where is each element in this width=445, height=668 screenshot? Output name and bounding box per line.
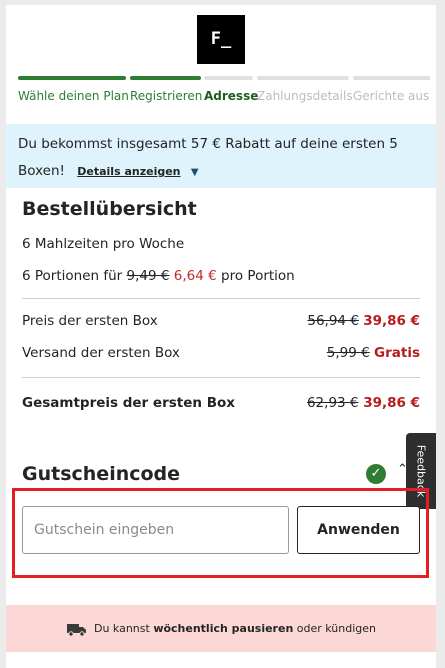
step-meals: Gerichte aus (353, 76, 430, 106)
truck-icon (66, 623, 86, 637)
portion-old-price: 9,49 € (126, 268, 170, 284)
total-label: Gesamtpreis der ersten Box (22, 395, 235, 411)
note-suffix: oder kündigen (296, 622, 377, 635)
first-box-price-row: Preis der ersten Box 56,94 € 39,86 € (22, 313, 420, 329)
step-label: Zahlungsdetails (257, 89, 353, 103)
order-summary-title: Bestellübersicht (22, 198, 197, 220)
total-row: Gesamtpreis der ersten Box 62,93 € 39,86… (22, 395, 420, 411)
shipping-label: Versand der ersten Box (22, 345, 180, 361)
step-register[interactable]: Registrieren (130, 76, 203, 106)
step-bar (130, 76, 201, 80)
apply-voucher-button[interactable]: Anwenden (297, 506, 420, 554)
first-box-label: Preis der ersten Box (22, 313, 158, 329)
step-bar (18, 76, 126, 80)
first-box-new-price: 39,86 € (363, 313, 420, 329)
portion-price: 6 Portionen für 9,49 € 6,64 € pro Portio… (22, 268, 295, 284)
voucher-title: Gutscheincode (22, 463, 181, 485)
shipping-new-price: Gratis (374, 345, 420, 361)
portion-suffix: pro Portion (221, 268, 295, 284)
portion-prefix: 6 Portionen für (22, 268, 123, 284)
divider (22, 298, 420, 299)
note-prefix: Du kannst (93, 622, 150, 635)
note-bold: wöchentlich pausieren (153, 622, 294, 635)
step-bar (204, 76, 253, 80)
step-label: Registrieren (130, 89, 203, 103)
total-new-price: 39,86 € (363, 395, 420, 411)
portion-new-price: 6,64 € (173, 268, 217, 284)
step-bar (257, 76, 349, 80)
step-label: Adresse (204, 89, 259, 103)
chevron-down-icon[interactable]: ▼ (191, 159, 199, 186)
step-plan[interactable]: Wähle deinen Plan (18, 76, 129, 106)
shipping-old-price: 5,99 € (326, 345, 370, 361)
step-label: Gerichte aus (353, 89, 430, 103)
step-bar (353, 76, 430, 80)
first-box-old-price: 56,94 € (307, 313, 359, 329)
discount-text: Du bekommst insgesamt 57 € Rabatt auf de… (18, 136, 398, 179)
pause-cancel-note: Du kannst wöchentlich pausieren oder kün… (6, 605, 436, 652)
divider (22, 377, 420, 378)
voucher-input[interactable] (22, 506, 289, 554)
meals-per-week: 6 Mahlzeiten pro Woche (22, 236, 185, 252)
step-address[interactable]: Adresse (204, 76, 259, 106)
checkout-steps: Wähle deinen Plan Registrieren Adresse Z… (18, 76, 430, 106)
step-payment: Zahlungsdetails (257, 76, 353, 106)
shipping-row: Versand der ersten Box 5,99 € Gratis (22, 345, 420, 361)
total-old-price: 62,93 € (306, 395, 359, 411)
details-link[interactable]: Details anzeigen (77, 165, 180, 178)
step-label: Wähle deinen Plan (18, 89, 129, 103)
check-icon: ✓ (366, 464, 386, 484)
brand-logo[interactable]: F_ (197, 15, 245, 64)
discount-banner: Du bekommst insgesamt 57 € Rabatt auf de… (6, 124, 436, 188)
